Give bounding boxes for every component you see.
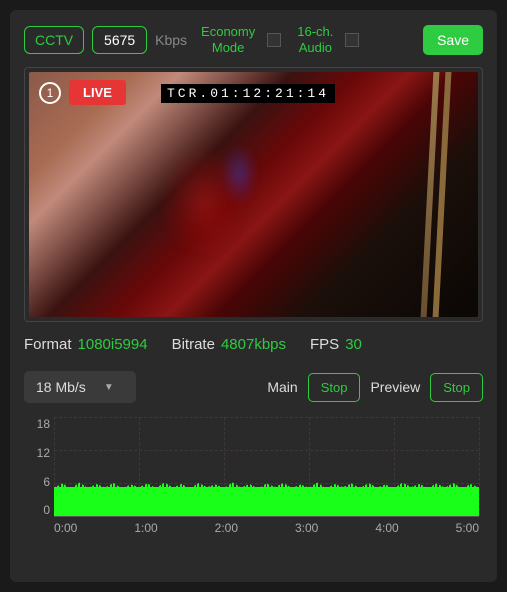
video-preview[interactable]: 1 LIVE TCR.01:12:21:14 <box>29 72 478 317</box>
format-label: Format <box>24 336 72 353</box>
x-tick: 2:00 <box>215 521 238 535</box>
audio-16ch-label: 16-ch.Audio <box>297 24 333 55</box>
bitrate-readout: Bitrate 4807kbps <box>172 336 286 353</box>
x-tick: 1:00 <box>134 521 157 535</box>
x-tick: 3:00 <box>295 521 318 535</box>
bitrate-label: Bitrate <box>172 336 215 353</box>
video-frame: 1 LIVE TCR.01:12:21:14 <box>24 67 483 322</box>
y-tick: 12 <box>37 446 50 460</box>
save-button[interactable]: Save <box>423 25 483 55</box>
y-tick: 18 <box>37 417 50 431</box>
rate-select[interactable]: 18 Mb/s ▼ <box>24 371 136 403</box>
bitrate-chart: 18 12 6 0 0:00 1:00 2:00 3:00 4:00 5:00 <box>28 417 483 537</box>
y-tick: 6 <box>43 475 50 489</box>
format-readout: Format 1080i5994 <box>24 336 148 353</box>
channel-badge: 1 <box>39 82 61 104</box>
main-stop-button[interactable]: Stop <box>308 373 361 402</box>
bitrate-value: 4807kbps <box>221 336 286 353</box>
live-badge: LIVE <box>69 80 126 105</box>
timecode-overlay: TCR.01:12:21:14 <box>161 84 335 103</box>
main-label: Main <box>267 379 297 395</box>
fps-readout: FPS 30 <box>310 336 362 353</box>
economy-mode-label: EconomyMode <box>201 24 255 55</box>
audio-16ch-checkbox[interactable] <box>345 33 359 47</box>
plot-area <box>54 417 479 517</box>
fps-value: 30 <box>345 336 362 353</box>
x-tick: 0:00 <box>54 521 77 535</box>
x-tick: 5:00 <box>456 521 479 535</box>
chevron-down-icon: ▼ <box>104 382 114 393</box>
x-axis: 0:00 1:00 2:00 3:00 4:00 5:00 <box>54 521 479 535</box>
preview-label: Preview <box>370 379 420 395</box>
fps-label: FPS <box>310 336 339 353</box>
preview-stop-button[interactable]: Stop <box>430 373 483 402</box>
y-axis: 18 12 6 0 <box>28 417 50 517</box>
series-bitrate <box>54 487 479 516</box>
controls: 18 Mb/s ▼ Main Stop Preview Stop <box>24 371 483 403</box>
rate-select-value: 18 Mb/s <box>36 379 86 395</box>
economy-mode-checkbox[interactable] <box>267 33 281 47</box>
preset-pill[interactable]: CCTV <box>24 26 84 54</box>
format-value: 1080i5994 <box>78 336 148 353</box>
bitrate-input[interactable]: 5675 <box>92 26 147 54</box>
toolbar: CCTV 5675 Kbps EconomyMode 16-ch.Audio S… <box>24 24 483 55</box>
y-tick: 0 <box>43 503 50 517</box>
encoder-panel: CCTV 5675 Kbps EconomyMode 16-ch.Audio S… <box>10 10 497 582</box>
bitrate-unit: Kbps <box>155 32 187 48</box>
x-tick: 4:00 <box>375 521 398 535</box>
readouts: Format 1080i5994 Bitrate 4807kbps FPS 30 <box>24 336 483 353</box>
